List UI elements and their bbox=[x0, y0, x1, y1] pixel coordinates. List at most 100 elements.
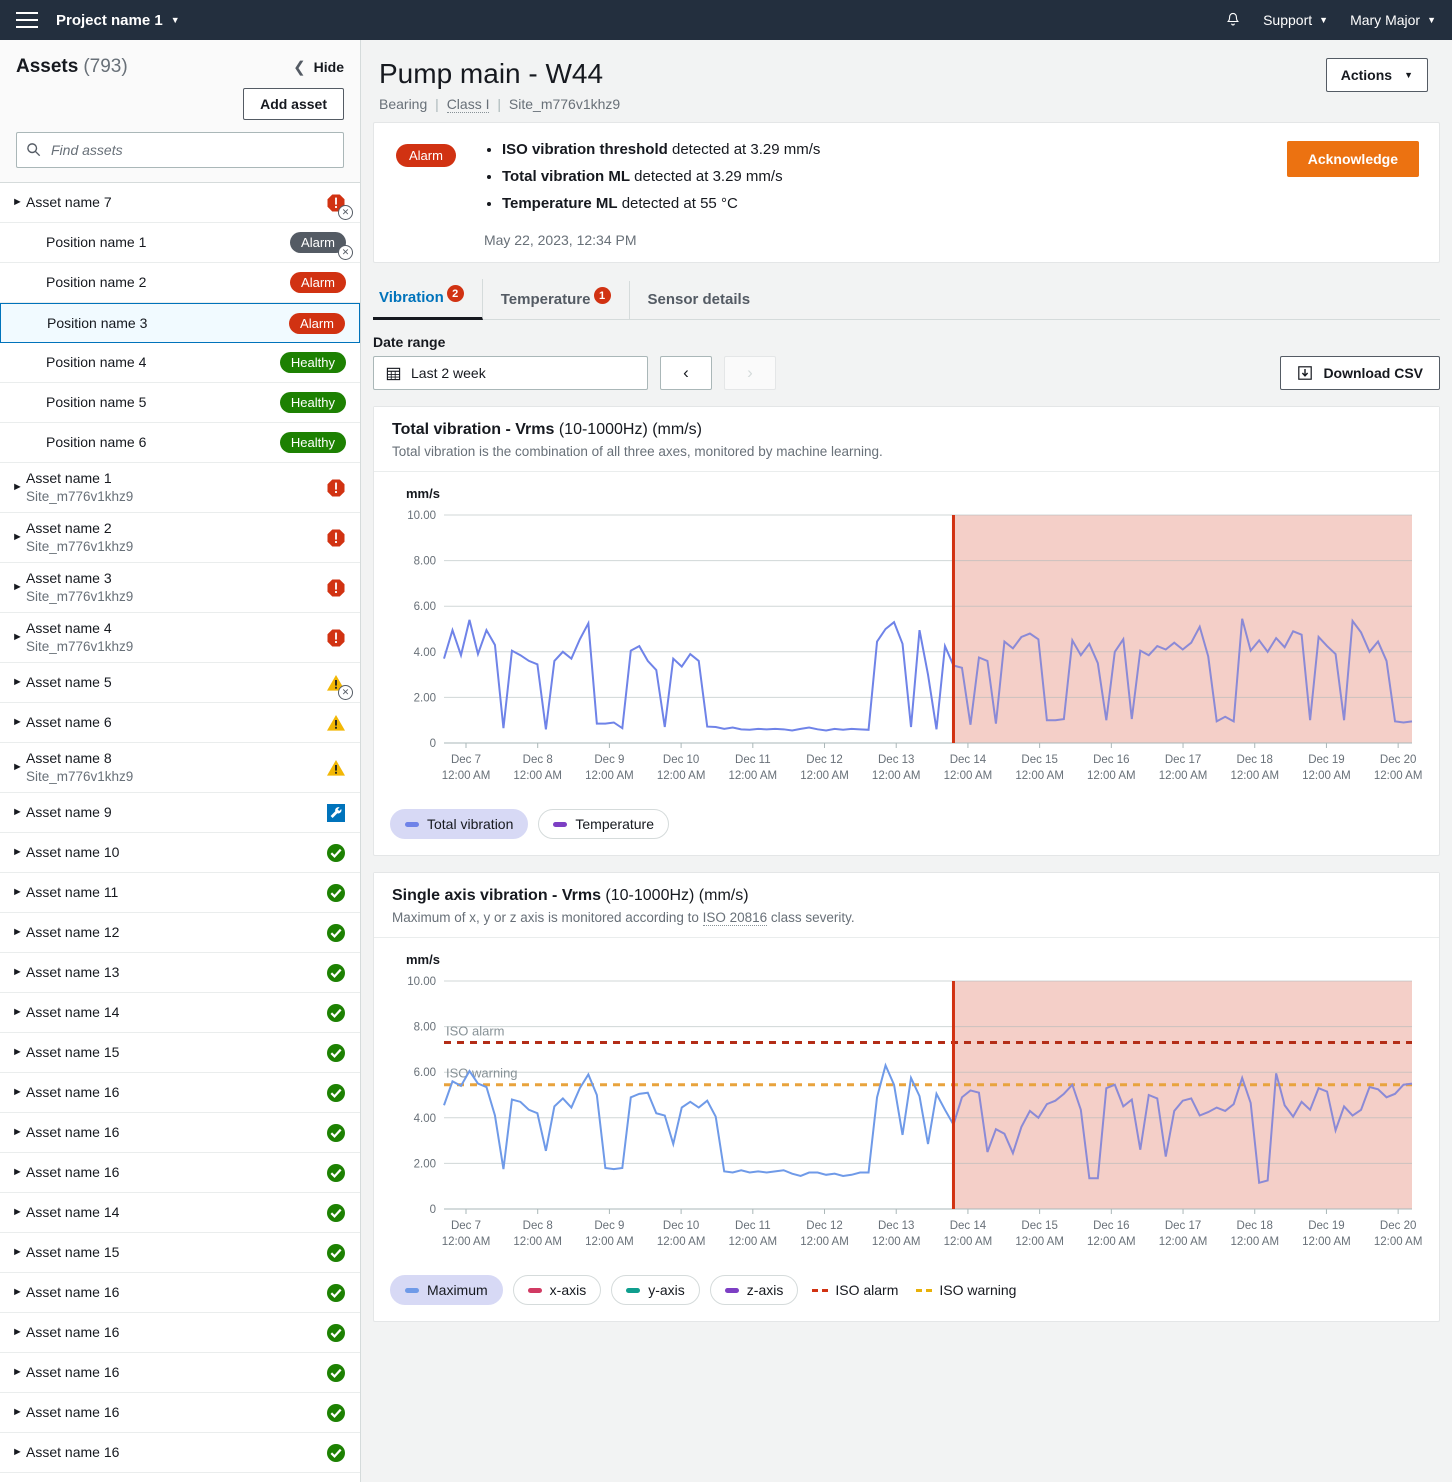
chart-legend[interactable]: Total vibration Temperature bbox=[374, 805, 1439, 855]
add-asset-button[interactable]: Add asset bbox=[243, 88, 344, 120]
iso-standard-link[interactable]: ISO 20816 bbox=[703, 910, 768, 926]
expand-triangle-icon[interactable]: ► bbox=[12, 717, 26, 728]
expand-triangle-icon[interactable]: ► bbox=[12, 582, 26, 593]
asset-tree-asset-row[interactable]: ►Asset name 15 bbox=[0, 1033, 360, 1073]
expand-triangle-icon[interactable]: ► bbox=[12, 847, 26, 858]
date-range-prev-button[interactable]: ‹ bbox=[660, 356, 712, 390]
chart-legend[interactable]: Maximum x-axis y-axis z-axis ISO alarm ISO wa… bbox=[374, 1271, 1439, 1321]
asset-tree-asset-row[interactable]: ►Asset name 15 bbox=[0, 1233, 360, 1273]
asset-tree-position-row[interactable]: Position name 5Healthy bbox=[0, 383, 360, 423]
legend-label: ISO alarm bbox=[835, 1282, 898, 1298]
legend-color-swatch bbox=[528, 1288, 542, 1293]
asset-tree-asset-row[interactable]: ►Asset name 2Site_m776v1khz9 bbox=[0, 513, 360, 563]
expand-triangle-icon[interactable]: ► bbox=[12, 197, 26, 208]
actions-button[interactable]: Actions ▼ bbox=[1326, 58, 1428, 92]
legend-dash-swatch bbox=[916, 1289, 932, 1292]
asset-tree-position-row[interactable]: Position name 6Healthy bbox=[0, 423, 360, 463]
tab-bar[interactable]: Vibration2Temperature1Sensor details bbox=[373, 279, 1440, 320]
asset-tree-asset-row[interactable]: ►Asset name 6 bbox=[0, 703, 360, 743]
date-range-select[interactable]: Last 2 week bbox=[373, 356, 648, 390]
asset-tree-position-row[interactable]: Position name 1Alarm✕ bbox=[0, 223, 360, 263]
expand-triangle-icon[interactable]: ► bbox=[12, 1207, 26, 1218]
expand-triangle-icon[interactable]: ► bbox=[12, 1007, 26, 1018]
legend-item-z-axis[interactable]: z-axis bbox=[710, 1275, 799, 1305]
single-axis-vibration-plot[interactable]: 02.004.006.008.0010.00Dec 712:00 AMDec 8… bbox=[390, 971, 1423, 1261]
legend-item-maximum[interactable]: Maximum bbox=[390, 1275, 503, 1305]
expand-triangle-icon[interactable]: ► bbox=[12, 1047, 26, 1058]
asset-row-label: Asset name 10 bbox=[26, 843, 326, 862]
search-input[interactable] bbox=[16, 132, 344, 168]
asset-row-sublabel: Site_m776v1khz9 bbox=[26, 588, 326, 606]
legend-item-y-axis[interactable]: y-axis bbox=[611, 1275, 700, 1305]
expand-triangle-icon[interactable]: ► bbox=[12, 1447, 26, 1458]
legend-item-x-axis[interactable]: x-axis bbox=[513, 1275, 602, 1305]
asset-tree-asset-row[interactable]: ►Asset name 11 bbox=[0, 873, 360, 913]
asset-tree-asset-row[interactable]: ►Asset name 16 bbox=[0, 1353, 360, 1393]
asset-tree-asset-row[interactable]: ►Asset name 16 bbox=[0, 1313, 360, 1353]
tab-vibration[interactable]: Vibration2 bbox=[373, 279, 483, 320]
asset-row-label: Asset name 16 bbox=[26, 1083, 326, 1102]
asset-tree-asset-row[interactable]: ►Asset name 14 bbox=[0, 1193, 360, 1233]
expand-triangle-icon[interactable]: ► bbox=[12, 967, 26, 978]
breadcrumb-class[interactable]: Class I bbox=[447, 96, 490, 113]
asset-tree-asset-row[interactable]: ►Asset name 12 bbox=[0, 913, 360, 953]
legend-item-iso-warning[interactable]: ISO warning bbox=[912, 1276, 1020, 1304]
asset-tree-asset-row[interactable]: ►Asset name 4Site_m776v1khz9 bbox=[0, 613, 360, 663]
asset-tree-asset-row[interactable]: ►Asset name 8Site_m776v1khz9 bbox=[0, 743, 360, 793]
asset-tree-asset-row[interactable]: ►Asset name 7✕ bbox=[0, 183, 360, 223]
expand-triangle-icon[interactable]: ► bbox=[12, 1407, 26, 1418]
expand-triangle-icon[interactable]: ► bbox=[12, 532, 26, 543]
asset-tree-asset-row[interactable]: ►Asset name 14 bbox=[0, 993, 360, 1033]
expand-triangle-icon[interactable]: ► bbox=[12, 807, 26, 818]
asset-tree-asset-row[interactable]: ►Asset name 9 bbox=[0, 793, 360, 833]
expand-triangle-icon[interactable]: ► bbox=[12, 1167, 26, 1178]
expand-triangle-icon[interactable]: ► bbox=[12, 632, 26, 643]
asset-tree-asset-row[interactable]: ►Asset name 10 bbox=[0, 833, 360, 873]
total-vibration-plot[interactable]: 02.004.006.008.0010.00Dec 712:00 AMDec 8… bbox=[390, 505, 1423, 795]
asset-tree-asset-row[interactable]: ►Asset name 16 bbox=[0, 1153, 360, 1193]
hide-sidebar-button[interactable]: ❮ Hide bbox=[293, 58, 344, 76]
asset-tree-asset-row[interactable]: ►Asset name 16 bbox=[0, 1073, 360, 1113]
project-selector[interactable]: Project name 1 ▼ bbox=[56, 12, 180, 29]
expand-triangle-icon[interactable]: ► bbox=[12, 1247, 26, 1258]
support-menu[interactable]: Support ▼ bbox=[1263, 12, 1328, 28]
asset-tree-asset-row[interactable]: ►Asset name 16 bbox=[0, 1393, 360, 1433]
user-menu[interactable]: Mary Major ▼ bbox=[1350, 12, 1436, 28]
asset-tree-asset-row[interactable]: ►Asset name 16 bbox=[0, 1113, 360, 1153]
notifications-button[interactable] bbox=[1225, 12, 1241, 28]
expand-triangle-icon[interactable]: ► bbox=[12, 927, 26, 938]
asset-tree-asset-row[interactable]: ►Asset name 13 bbox=[0, 953, 360, 993]
topnav-right-group: Support ▼ Mary Major ▼ bbox=[1225, 12, 1436, 28]
asset-list[interactable]: ►Asset name 7✕Position name 1Alarm✕Posit… bbox=[0, 182, 360, 1482]
asset-tree-asset-row[interactable]: ►Asset name 3Site_m776v1khz9 bbox=[0, 563, 360, 613]
legend-item-total-vibration[interactable]: Total vibration bbox=[390, 809, 528, 839]
chevron-down-icon: ▼ bbox=[1404, 70, 1413, 80]
chart-body: mm/s 02.004.006.008.0010.00Dec 712:00 AM… bbox=[374, 938, 1439, 1271]
expand-triangle-icon[interactable]: ► bbox=[12, 677, 26, 688]
page-header: Pump main - W44 Bearing | Class I | Site… bbox=[361, 40, 1452, 122]
expand-triangle-icon[interactable]: ► bbox=[12, 1367, 26, 1378]
tab-temperature[interactable]: Temperature1 bbox=[483, 281, 630, 319]
legend-item-iso-alarm[interactable]: ISO alarm bbox=[808, 1276, 902, 1304]
expand-triangle-icon[interactable]: ► bbox=[12, 887, 26, 898]
expand-triangle-icon[interactable]: ► bbox=[12, 1327, 26, 1338]
asset-tree-position-row[interactable]: Position name 2Alarm bbox=[0, 263, 360, 303]
legend-item-temperature[interactable]: Temperature bbox=[538, 809, 669, 839]
asset-tree-asset-row[interactable]: ►Asset name 16 bbox=[0, 1433, 360, 1473]
expand-triangle-icon[interactable]: ► bbox=[12, 1127, 26, 1138]
asset-tree-asset-row[interactable]: ►Asset name 16 bbox=[0, 1273, 360, 1313]
tab-sensor-details[interactable]: Sensor details bbox=[630, 281, 769, 319]
asset-tree-position-row[interactable]: Position name 3Alarm bbox=[0, 303, 360, 343]
acknowledge-button[interactable]: Acknowledge bbox=[1287, 141, 1419, 177]
expand-triangle-icon[interactable]: ► bbox=[12, 482, 26, 493]
calendar-icon bbox=[386, 366, 401, 381]
asset-tree-asset-row[interactable]: ►Asset name 5✕ bbox=[0, 663, 360, 703]
asset-tree-position-row[interactable]: Position name 4Healthy bbox=[0, 343, 360, 383]
download-csv-button[interactable]: Download CSV bbox=[1280, 356, 1440, 390]
x-axis-tick-label: Dec 17 bbox=[1165, 754, 1201, 766]
asset-tree-asset-row[interactable]: ►Asset name 1Site_m776v1khz9 bbox=[0, 463, 360, 513]
expand-triangle-icon[interactable]: ► bbox=[12, 1087, 26, 1098]
expand-triangle-icon[interactable]: ► bbox=[12, 1287, 26, 1298]
hamburger-menu-icon[interactable] bbox=[16, 12, 38, 28]
expand-triangle-icon[interactable]: ► bbox=[12, 762, 26, 773]
